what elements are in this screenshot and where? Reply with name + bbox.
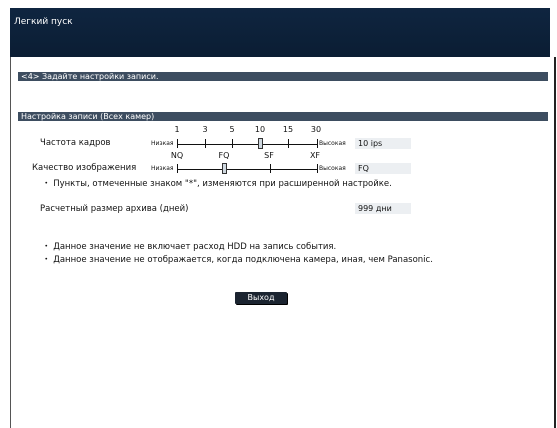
title-bar: Легкий пуск bbox=[10, 8, 550, 57]
image-quality-scale-xf: XF bbox=[309, 151, 321, 160]
advanced-setting-note: ・ Пункты, отмеченные знаком "*", изменяю… bbox=[42, 179, 392, 189]
image-quality-tick bbox=[177, 164, 178, 173]
window-title: Легкий пуск bbox=[14, 17, 73, 27]
frame-rate-tick bbox=[288, 139, 289, 148]
image-quality-scale-fq: FQ bbox=[218, 151, 230, 160]
archive-size-label: Расчетный размер архива (дней) bbox=[40, 204, 189, 214]
dialog-frame: Легкий пуск <4> Задайте настройки записи… bbox=[0, 0, 557, 428]
image-quality-high-label: Высокая bbox=[319, 165, 346, 172]
image-quality-thumb[interactable] bbox=[222, 163, 227, 174]
frame-rate-track[interactable] bbox=[177, 144, 318, 145]
image-quality-value: FQ bbox=[355, 163, 411, 174]
frame-rate-label: Частота кадров bbox=[40, 138, 111, 148]
frame-rate-thumb[interactable] bbox=[258, 138, 263, 149]
exit-button[interactable]: Выход bbox=[235, 292, 287, 304]
note-panasonic: ・ Данное значение не отображается, когда… bbox=[42, 255, 433, 265]
image-quality-label: Качество изображения bbox=[32, 163, 137, 173]
frame-rate-scale-5: 5 bbox=[229, 125, 235, 134]
frame-rate-tick bbox=[205, 139, 206, 148]
frame-rate-scale-10: 10 bbox=[254, 125, 266, 134]
image-quality-tick bbox=[317, 164, 318, 173]
frame-rate-low-label: Низкая bbox=[151, 140, 174, 147]
image-quality-low-label: Низкая bbox=[151, 165, 174, 172]
frame-rate-tick bbox=[177, 139, 178, 148]
note-hdd: ・ Данное значение не включает расход HDD… bbox=[42, 242, 337, 252]
frame-rate-tick bbox=[232, 139, 233, 148]
frame-rate-scale-3: 3 bbox=[202, 125, 208, 134]
image-quality-scale-sf: SF bbox=[264, 151, 274, 160]
image-quality-tick bbox=[270, 164, 271, 173]
section-header: Настройка записи (Всех камер) bbox=[18, 112, 548, 121]
frame-rate-high-label: Высокая bbox=[319, 140, 346, 147]
step-label: <4> Задайте настройки записи. bbox=[21, 72, 159, 81]
frame-rate-scale-1: 1 bbox=[174, 125, 180, 134]
image-quality-track[interactable] bbox=[177, 169, 318, 170]
image-quality-scale-nq: NQ bbox=[170, 151, 184, 160]
section-label: Настройка записи (Всех камер) bbox=[21, 112, 155, 121]
frame-rate-scale-15: 15 bbox=[282, 125, 294, 134]
frame-rate-value: 10 ips bbox=[355, 138, 411, 149]
archive-size-value: 999 дни bbox=[355, 203, 411, 214]
frame-rate-scale-30: 30 bbox=[310, 125, 322, 134]
step-header: <4> Задайте настройки записи. bbox=[18, 72, 548, 81]
frame-rate-tick bbox=[317, 139, 318, 148]
